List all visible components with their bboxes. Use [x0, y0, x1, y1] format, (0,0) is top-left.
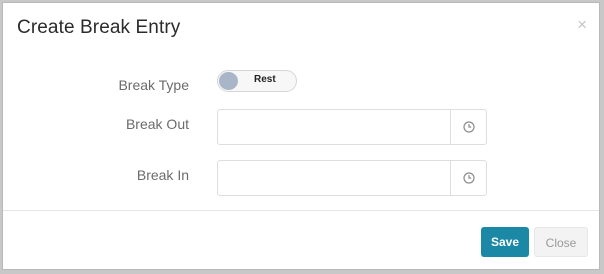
break-in-field — [217, 160, 487, 196]
break-in-input[interactable] — [218, 161, 450, 195]
break-out-label: Break Out — [125, 116, 189, 132]
footer-divider — [3, 210, 599, 211]
break-out-field — [217, 109, 487, 145]
clock-icon — [463, 172, 475, 184]
break-out-input[interactable] — [218, 110, 450, 144]
close-button[interactable]: Close — [534, 227, 588, 257]
break-in-label: Break In — [136, 167, 189, 183]
break-in-time-picker-button[interactable] — [450, 161, 486, 195]
modal-title: Create Break Entry — [17, 17, 181, 38]
break-out-time-picker-button[interactable] — [450, 110, 486, 144]
toggle-label: Rest — [254, 74, 276, 85]
clock-icon — [463, 121, 475, 133]
close-icon[interactable]: × — [577, 15, 587, 35]
toggle-knob — [219, 72, 238, 90]
create-break-entry-modal: Create Break Entry × Break Type Rest Bre… — [2, 2, 600, 270]
modal-header: Create Break Entry × — [3, 3, 599, 55]
break-type-label: Break Type — [118, 77, 189, 93]
break-type-toggle[interactable]: Rest — [217, 70, 297, 92]
save-button[interactable]: Save — [481, 227, 529, 257]
